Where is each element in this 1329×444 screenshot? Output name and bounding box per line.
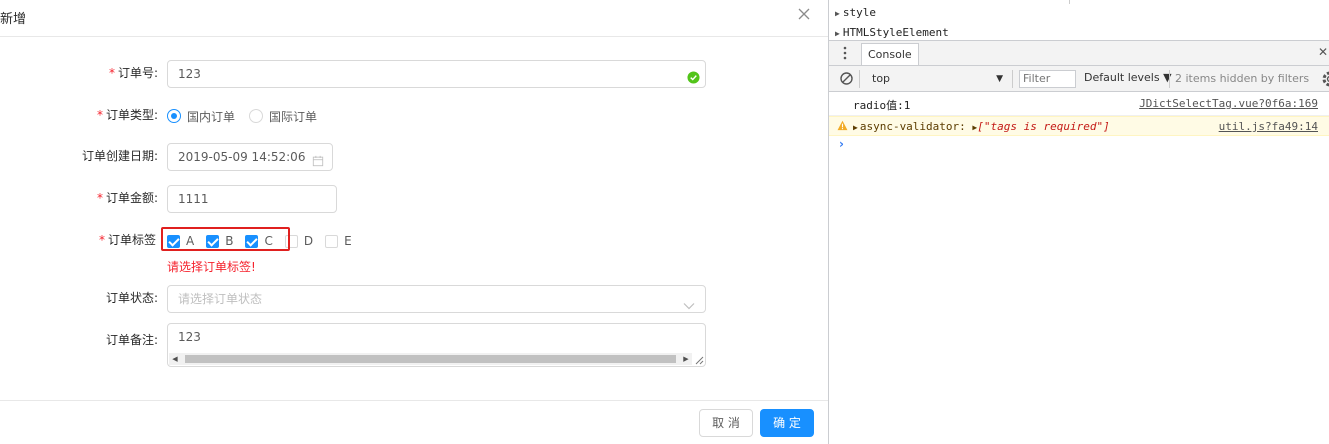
close-icon[interactable] xyxy=(796,6,812,22)
status-label: 订单状态: xyxy=(105,291,158,305)
date-picker-input[interactable]: 2019-05-09 14:52:06 xyxy=(167,143,333,171)
status-row: 订单状态: 请选择订单状态 xyxy=(0,285,828,313)
warning-triangle-icon xyxy=(837,120,848,131)
devtools-panel: ▶ style ▶ HTMLStyleElement Console ✕ top ▼… xyxy=(828,0,1329,444)
chevron-down-icon xyxy=(683,294,695,310)
tags-error-message: 请选择订单标签! xyxy=(167,260,256,274)
more-options-icon[interactable] xyxy=(843,46,847,60)
modal-header: 新增 xyxy=(0,0,828,37)
check-circle-icon xyxy=(687,67,701,84)
horizontal-scrollbar[interactable]: ◀ ▶ xyxy=(169,353,692,365)
checkbox-e[interactable]: E xyxy=(325,234,352,248)
source-link[interactable]: JDictSelectTag.vue?0f6a:169 xyxy=(1139,97,1318,110)
source-link[interactable]: util.js?fa49:14 xyxy=(1219,120,1318,133)
expand-triangle-icon[interactable]: ▶ xyxy=(835,29,840,38)
remark-label: 订单备注: xyxy=(105,333,158,347)
log-levels-dropdown[interactable]: Default levels ▼ xyxy=(1084,71,1172,84)
elements-pane: ▶ style ▶ HTMLStyleElement xyxy=(829,0,1329,40)
expand-triangle-icon[interactable]: ▶ xyxy=(853,123,858,132)
modal-footer: 取 消 确 定 xyxy=(0,400,828,444)
radio-international[interactable]: 国际订单 xyxy=(249,108,317,125)
scroll-left-arrow-icon[interactable]: ◀ xyxy=(169,353,181,365)
order-type-radio-group: 国内订单 国际订单 xyxy=(167,106,331,126)
amount-label: * 订单金额: xyxy=(96,191,158,205)
filter-input[interactable]: Filter xyxy=(1019,70,1076,88)
modal-title: 新增 xyxy=(0,12,27,27)
console-warning-message: ▶ async-validator: ▶["tags is required"] … xyxy=(829,116,1329,136)
console-prompt[interactable]: › xyxy=(839,137,844,151)
tab-console[interactable]: Console xyxy=(861,43,919,65)
toolbar-separator xyxy=(1169,70,1170,88)
order-type-label: * 订单类型: xyxy=(96,108,158,122)
context-select[interactable]: top ▼ xyxy=(867,69,1007,89)
scroll-right-arrow-icon[interactable]: ▶ xyxy=(680,353,692,365)
radio-circle xyxy=(249,109,264,123)
status-select[interactable]: 请选择订单状态 xyxy=(167,285,706,313)
remark-textarea[interactable]: 123 ◀ ▶ xyxy=(167,323,706,367)
elements-node-style[interactable]: ▶ style xyxy=(835,6,876,19)
ok-button[interactable]: 确 定 xyxy=(760,409,814,437)
add-order-modal: 新增 * 订单号: 123 * 订单类型: 国内订单 国际订单 订单创建日期: … xyxy=(0,0,828,444)
order-no-input[interactable]: 123 xyxy=(167,60,706,88)
toolbar-separator xyxy=(1012,70,1013,88)
radio-circle xyxy=(167,109,181,123)
drawer-tab-bar: Console ✕ xyxy=(829,40,1329,66)
required-mark: * xyxy=(96,191,103,205)
created-at-row: 订单创建日期: 2019-05-09 14:52:06 xyxy=(0,143,828,171)
warning-text[interactable]: ▶ async-validator: ▶["tags is required"] xyxy=(853,120,1110,133)
expand-triangle-icon[interactable]: ▶ xyxy=(835,9,840,18)
resize-grip-icon[interactable] xyxy=(692,353,704,365)
hidden-items-info: 2 items hidden by filters xyxy=(1175,72,1310,85)
elements-node-htmlstyle[interactable]: ▶ HTMLStyleElement xyxy=(835,26,949,39)
created-at-label: 订单创建日期: xyxy=(81,149,158,163)
tags-row: * 订单标签 A B C D E xyxy=(0,227,828,255)
close-icon[interactable]: ✕ xyxy=(1318,45,1328,59)
calendar-icon xyxy=(312,150,326,167)
pane-divider xyxy=(1069,0,1070,4)
amount-row: * 订单金额: 1111 xyxy=(0,185,828,213)
order-no-label: * 订单号: xyxy=(108,66,158,80)
dropdown-arrow-icon: ▼ xyxy=(996,74,1003,84)
required-mark: * xyxy=(96,108,103,122)
toolbar-separator xyxy=(859,70,860,88)
amount-input[interactable]: 1111 xyxy=(167,185,337,213)
scrollbar-thumb[interactable] xyxy=(185,355,676,363)
console-toolbar: top ▼ Filter Default levels ▼ 2 items hi… xyxy=(829,66,1329,92)
clear-console-icon[interactable] xyxy=(840,72,853,85)
order-type-row: * 订单类型: 国内订单 国际订单 xyxy=(0,102,828,130)
order-no-row: * 订单号: 123 xyxy=(0,60,828,88)
console-log-message: radio值:1 JDictSelectTag.vue?0f6a:169 xyxy=(829,92,1329,116)
tags-label: * 订单标签 xyxy=(98,233,156,247)
radio-domestic[interactable]: 国内订单 xyxy=(167,108,235,125)
cancel-button[interactable]: 取 消 xyxy=(699,409,753,437)
checkbox-box xyxy=(325,234,339,248)
gear-icon[interactable] xyxy=(1321,70,1329,88)
required-mark: * xyxy=(98,233,105,247)
required-mark: * xyxy=(108,66,115,80)
annotation-highlight-box xyxy=(161,227,290,251)
